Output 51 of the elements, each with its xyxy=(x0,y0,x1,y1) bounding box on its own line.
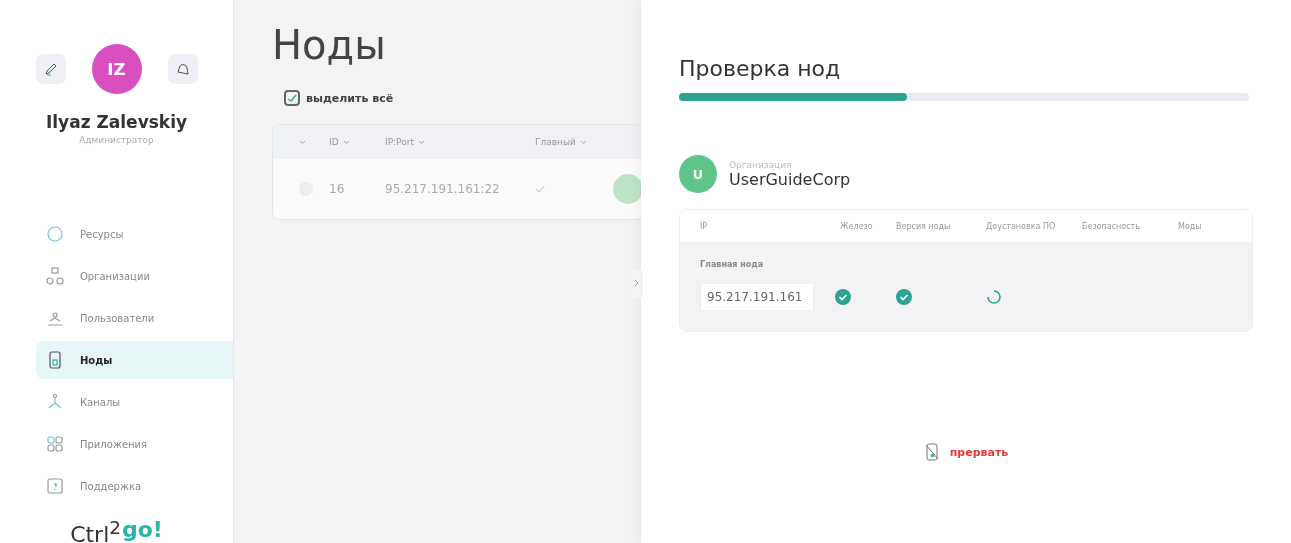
org-avatar xyxy=(613,174,643,204)
column-header: IP xyxy=(700,221,709,231)
column-header: Доустановка ПО xyxy=(986,221,1057,231)
user-role: Администратор xyxy=(79,135,154,145)
caret-icon xyxy=(417,139,425,145)
users-icon xyxy=(46,309,64,327)
abort-button[interactable]: прервать xyxy=(917,442,1015,462)
sidebar-item[interactable]: Пользователи xyxy=(36,299,233,337)
chevron-right-icon xyxy=(634,279,640,287)
apps-icon xyxy=(46,435,64,453)
org-name: UserGuideCorp xyxy=(729,169,851,189)
table-cell-text: 16 xyxy=(329,182,346,196)
org-caption: Организация xyxy=(729,159,793,170)
column-header: Железо xyxy=(840,221,874,231)
column-header: Моды xyxy=(1178,221,1203,231)
pencil-icon xyxy=(43,62,58,76)
sidebar-item[interactable]: Приложения xyxy=(36,425,233,463)
server-icon xyxy=(46,351,64,369)
user-avatar[interactable]: IZ xyxy=(91,44,142,94)
circle-icon xyxy=(46,225,64,243)
notifications-button[interactable] xyxy=(167,54,198,84)
sidebar-item[interactable]: Ноды xyxy=(36,341,233,379)
check-icon xyxy=(287,94,297,102)
select-all-label: выделить всё xyxy=(306,91,394,105)
sidebar-item[interactable]: Поддержка xyxy=(36,467,233,505)
sidebar-item[interactable]: Ресурсы xyxy=(36,215,233,253)
caret-icon xyxy=(299,140,306,145)
caret-icon xyxy=(579,139,587,145)
page-title: Ноды xyxy=(272,22,387,68)
panel-title: Проверка нод xyxy=(679,56,842,81)
bell-icon xyxy=(174,61,191,77)
logo: Ctrl$^{2}$ go! xyxy=(70,517,163,543)
network-icon xyxy=(46,393,64,411)
user-name: Ilyaz Zalevskiy xyxy=(45,112,188,132)
column-header[interactable]: Главный xyxy=(535,137,625,147)
edit-button[interactable] xyxy=(35,54,66,84)
sidebar-item[interactable]: Организации xyxy=(36,257,233,295)
sidebar-item[interactable]: Каналы xyxy=(36,383,233,421)
group-label: Главная нода xyxy=(700,260,765,269)
help-icon xyxy=(46,477,64,495)
caret-icon xyxy=(342,139,350,145)
select-all-checkbox[interactable] xyxy=(284,90,300,106)
column-header[interactable]: ID xyxy=(329,137,385,147)
column-header: Версия ноды xyxy=(896,221,952,231)
org-avatar: U xyxy=(679,155,717,193)
hierarchy-icon xyxy=(46,267,64,285)
table-cell-text: 95.217.191.161:22 xyxy=(385,182,501,196)
ip-field[interactable]: 95.217.191.161 xyxy=(700,283,814,311)
server-off-icon xyxy=(923,443,940,461)
column-header[interactable]: IP:Port xyxy=(385,137,535,147)
column-header: Безопасность xyxy=(1082,221,1141,231)
